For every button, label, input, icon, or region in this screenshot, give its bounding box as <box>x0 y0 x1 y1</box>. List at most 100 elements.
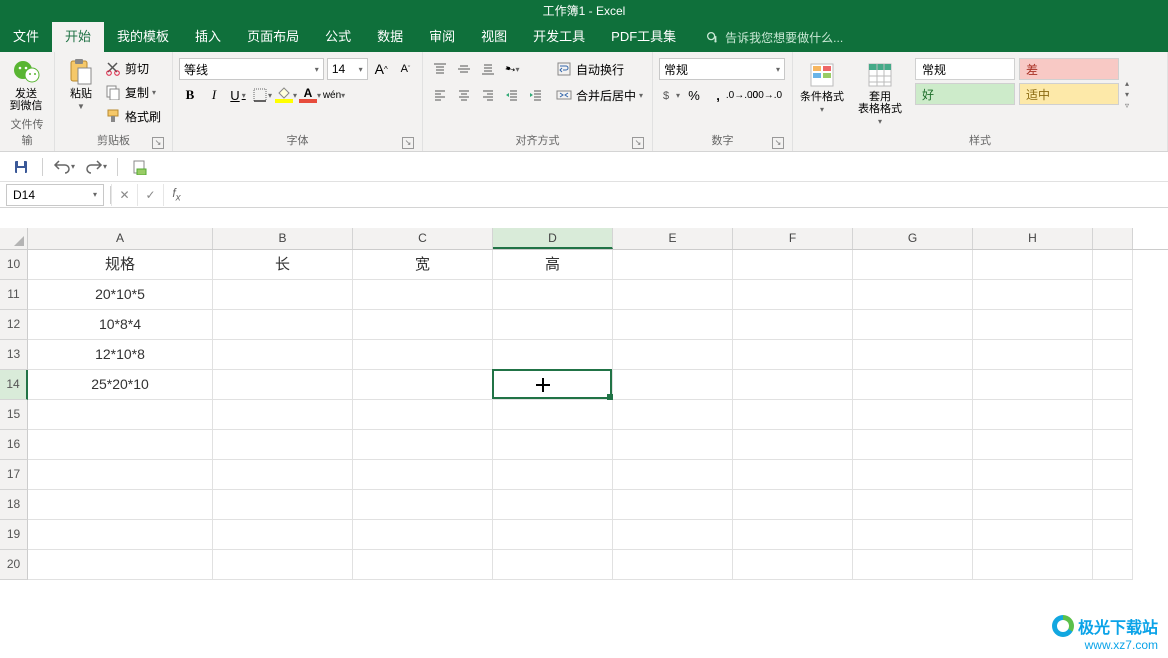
send-to-wechat-button[interactable]: 发送 到微信 <box>6 55 46 114</box>
merge-center-button[interactable]: 合并后居中▾ <box>555 84 643 106</box>
tab-我的模板[interactable]: 我的模板 <box>104 22 182 52</box>
cell-A16[interactable] <box>28 430 213 460</box>
cell-E16[interactable] <box>613 430 733 460</box>
cell-A20[interactable] <box>28 550 213 580</box>
cell-B10[interactable]: 长 <box>213 250 353 280</box>
bold-button[interactable]: B <box>179 84 201 106</box>
cell-E17[interactable] <box>613 460 733 490</box>
cell-D10[interactable]: 高 <box>493 250 613 280</box>
align-left-icon[interactable] <box>429 84 451 106</box>
cell-F16[interactable] <box>733 430 853 460</box>
cell-B20[interactable] <box>213 550 353 580</box>
cell-style-bad[interactable]: 差 <box>1019 58 1119 80</box>
cell-F20[interactable] <box>733 550 853 580</box>
font-color-button[interactable]: A▾ <box>299 84 321 106</box>
styles-row-down-icon[interactable]: ▾ <box>1125 90 1129 99</box>
align-bottom-icon[interactable] <box>477 58 499 80</box>
tab-视图[interactable]: 视图 <box>468 22 520 52</box>
undo-button[interactable]: ▾ <box>53 156 75 178</box>
tab-公式[interactable]: 公式 <box>312 22 364 52</box>
cell-C17[interactable] <box>353 460 493 490</box>
cut-button[interactable]: 剪切 <box>104 57 161 79</box>
cell-extra[interactable] <box>1093 520 1133 550</box>
cell-B13[interactable] <box>213 340 353 370</box>
cell-C15[interactable] <box>353 400 493 430</box>
cell-D18[interactable] <box>493 490 613 520</box>
cell-F10[interactable] <box>733 250 853 280</box>
decrease-indent-icon[interactable] <box>501 84 523 106</box>
cell-B17[interactable] <box>213 460 353 490</box>
cell-C11[interactable] <box>353 280 493 310</box>
paste-dropdown-icon[interactable]: ▼ <box>77 102 85 111</box>
col-header-B[interactable]: B <box>213 228 353 249</box>
cell-E13[interactable] <box>613 340 733 370</box>
wrap-text-button[interactable]: 自动换行 <box>555 58 643 80</box>
align-top-icon[interactable] <box>429 58 451 80</box>
redo-button[interactable]: ▾ <box>85 156 107 178</box>
align-center-icon[interactable] <box>453 84 475 106</box>
align-right-icon[interactable] <box>477 84 499 106</box>
row-header-10[interactable]: 10 <box>0 250 28 280</box>
formula-input[interactable] <box>189 184 1168 206</box>
col-header-A[interactable]: A <box>28 228 213 249</box>
cell-A19[interactable] <box>28 520 213 550</box>
cell-G13[interactable] <box>853 340 973 370</box>
styles-row-up-icon[interactable]: ▴ <box>1125 79 1129 88</box>
border-button[interactable]: ▾ <box>251 84 273 106</box>
cell-H19[interactable] <box>973 520 1093 550</box>
cell-D13[interactable] <box>493 340 613 370</box>
styles-expand-icon[interactable]: ▿ <box>1125 101 1129 110</box>
cell-extra[interactable] <box>1093 280 1133 310</box>
row-header-15[interactable]: 15 <box>0 400 28 430</box>
cell-F13[interactable] <box>733 340 853 370</box>
cell-B11[interactable] <box>213 280 353 310</box>
cell-extra[interactable] <box>1093 340 1133 370</box>
cell-F17[interactable] <box>733 460 853 490</box>
cell-B15[interactable] <box>213 400 353 430</box>
cell-E10[interactable] <box>613 250 733 280</box>
cell-G18[interactable] <box>853 490 973 520</box>
cell-G17[interactable] <box>853 460 973 490</box>
cell-F19[interactable] <box>733 520 853 550</box>
cell-F15[interactable] <box>733 400 853 430</box>
tab-数据[interactable]: 数据 <box>364 22 416 52</box>
spreadsheet-grid[interactable]: ABCDEFGH 1011121314151617181920 规格长宽高20*… <box>0 228 1168 648</box>
fill-color-button[interactable]: ▾ <box>275 84 297 106</box>
cell-G14[interactable] <box>853 370 973 400</box>
cell-B19[interactable] <box>213 520 353 550</box>
cell-D16[interactable] <box>493 430 613 460</box>
decrease-decimal-icon[interactable]: .00→.0 <box>755 84 777 106</box>
cell-G15[interactable] <box>853 400 973 430</box>
cell-C20[interactable] <box>353 550 493 580</box>
select-all-button[interactable] <box>0 228 28 249</box>
cell-H18[interactable] <box>973 490 1093 520</box>
copy-button[interactable]: 复制▾ <box>104 81 161 103</box>
cell-A17[interactable] <box>28 460 213 490</box>
cell-H17[interactable] <box>973 460 1093 490</box>
increase-font-icon[interactable]: A^ <box>371 58 392 80</box>
cell-D11[interactable] <box>493 280 613 310</box>
cell-G11[interactable] <box>853 280 973 310</box>
increase-indent-icon[interactable] <box>525 84 547 106</box>
row-header-19[interactable]: 19 <box>0 520 28 550</box>
name-box[interactable]: D14▾ <box>6 184 104 206</box>
cell-extra[interactable] <box>1093 460 1133 490</box>
row-header-20[interactable]: 20 <box>0 550 28 580</box>
tab-插入[interactable]: 插入 <box>182 22 234 52</box>
font-name-combo[interactable]: 等线▾ <box>179 58 324 80</box>
cell-A10[interactable]: 规格 <box>28 250 213 280</box>
number-format-combo[interactable]: 常规▾ <box>659 58 785 80</box>
row-header-14[interactable]: 14 <box>0 370 28 400</box>
save-button[interactable] <box>10 156 32 178</box>
cell-G20[interactable] <box>853 550 973 580</box>
cell-B18[interactable] <box>213 490 353 520</box>
col-header-H[interactable]: H <box>973 228 1093 249</box>
cell-H15[interactable] <box>973 400 1093 430</box>
cell-E11[interactable] <box>613 280 733 310</box>
cell-style-normal[interactable]: 常规 <box>915 58 1015 80</box>
cell-E12[interactable] <box>613 310 733 340</box>
cell-extra[interactable] <box>1093 370 1133 400</box>
font-launcher-icon[interactable]: ↘ <box>402 137 414 149</box>
col-header-F[interactable]: F <box>733 228 853 249</box>
print-preview-button[interactable] <box>128 156 150 178</box>
